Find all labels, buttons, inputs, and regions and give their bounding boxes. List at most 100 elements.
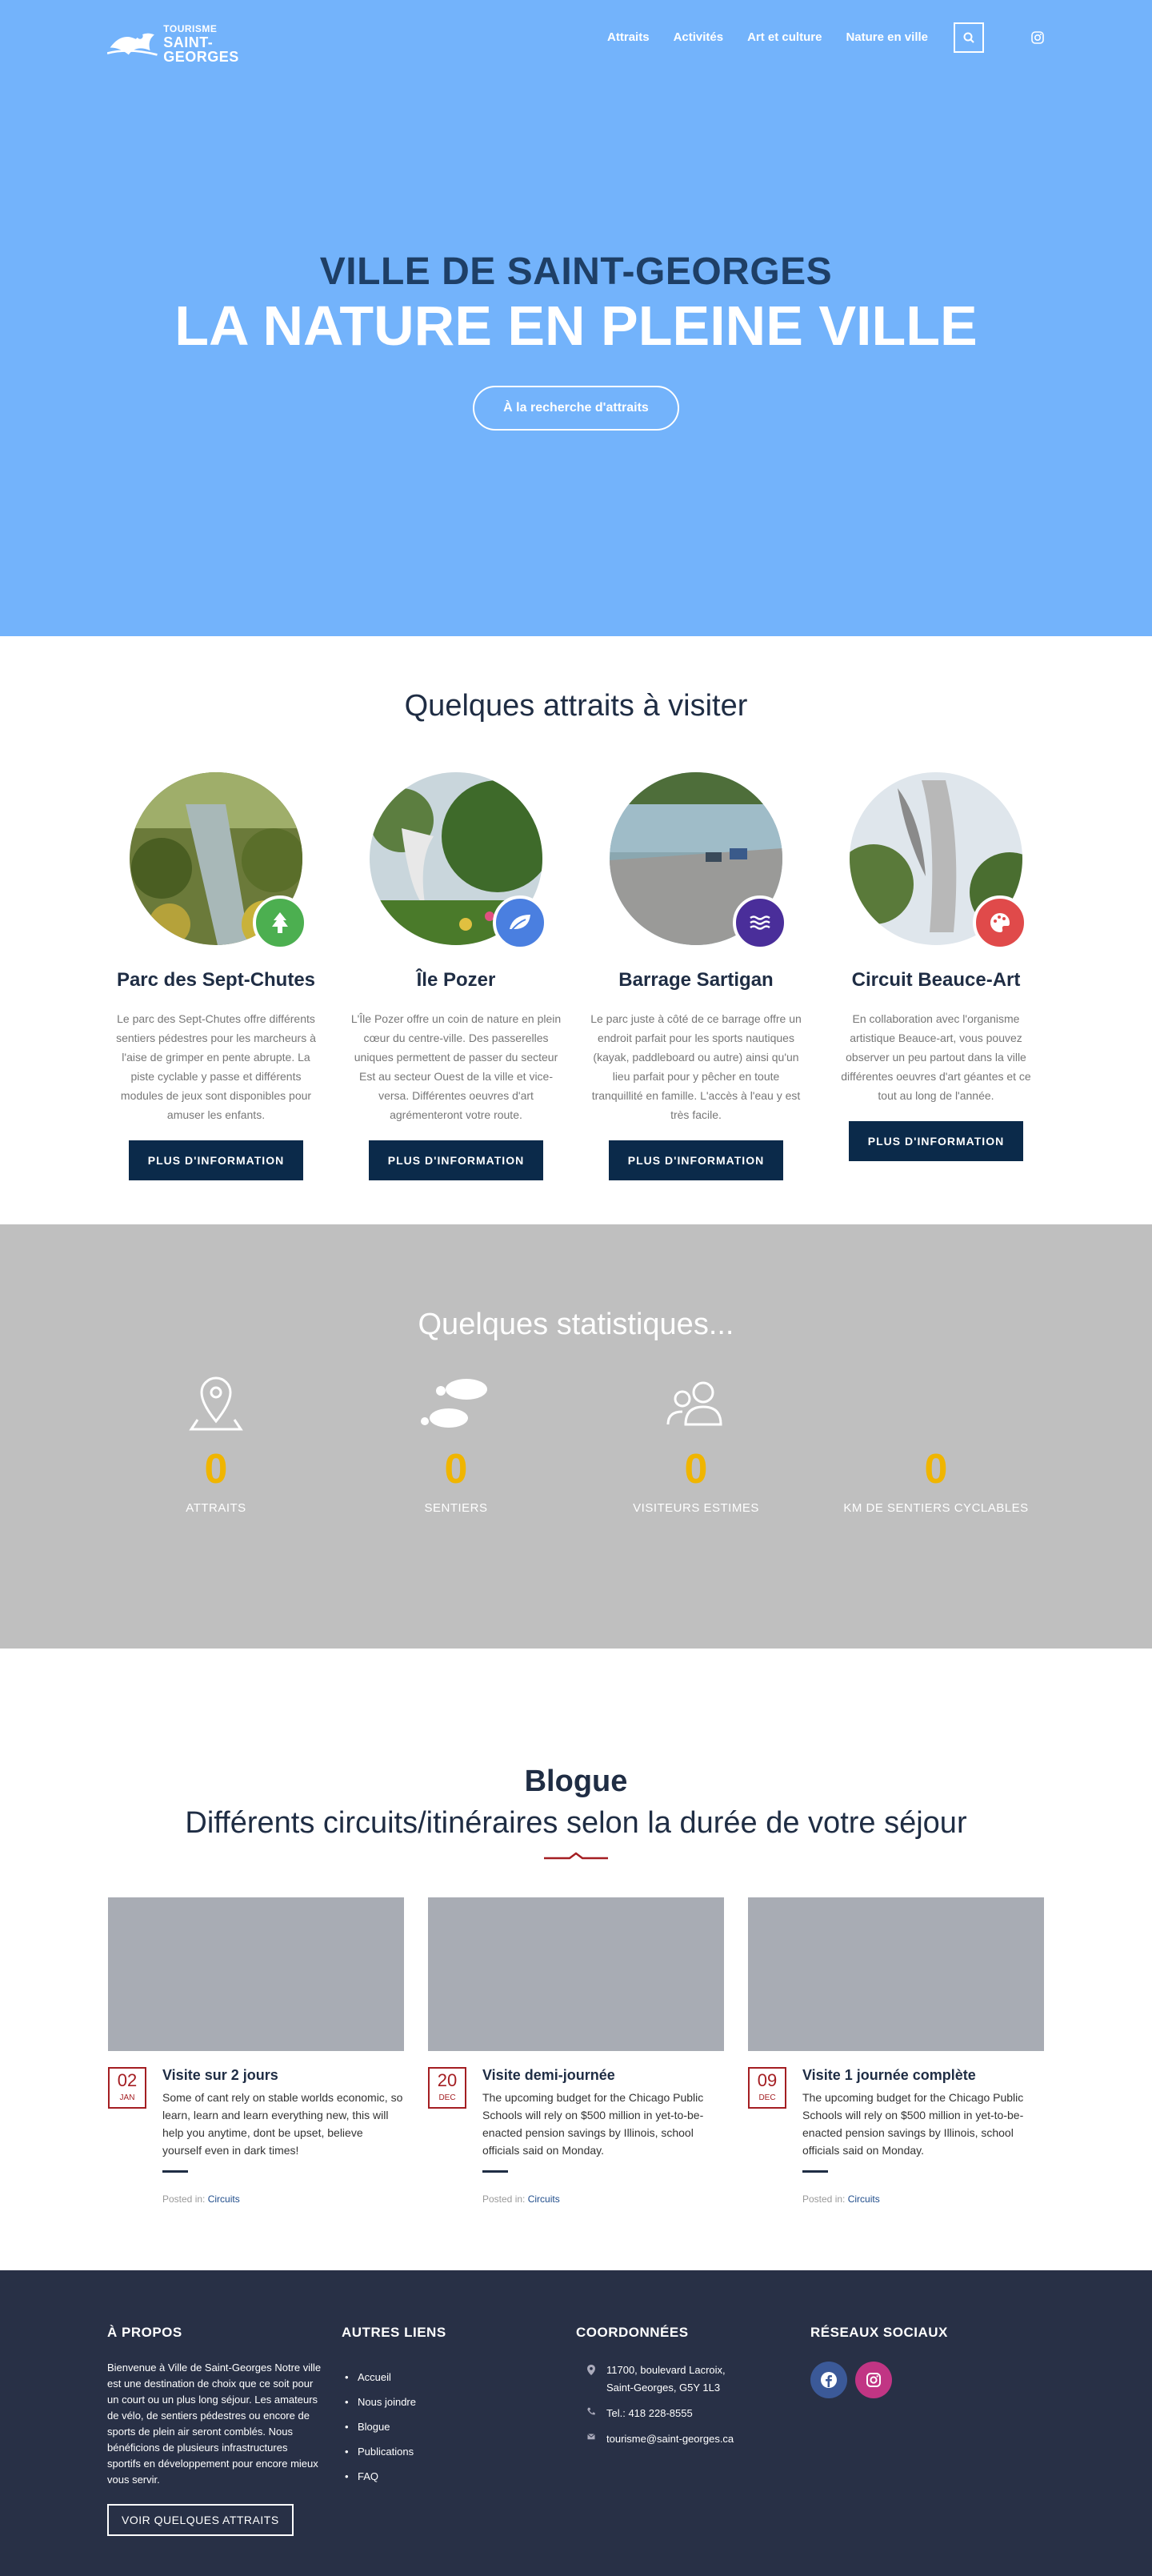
phone-text: Tel.: 418 228-8555: [606, 2407, 693, 2419]
hero-title: LA NATURE EN PLEINE VILLE: [174, 294, 978, 357]
attrait-card: Barrage Sartigan Le parc juste à côté de…: [576, 772, 816, 1180]
site-footer: À PROPOS Bienvenue à Ville de Saint-Geor…: [0, 2270, 1152, 2576]
main-nav: Attraits Activités Art et culture Nature…: [583, 22, 1045, 53]
nav-art-culture[interactable]: Art et culture: [747, 22, 822, 53]
footer-about-text: Bienvenue à Ville de Saint-Georges Notre…: [107, 2362, 322, 2486]
more-info-button[interactable]: PLUS D'INFORMATION: [129, 1140, 303, 1180]
post-excerpt: The upcoming budget for the Chicago Publ…: [482, 2091, 704, 2157]
post-excerpt: Some of cant rely on stable worlds econo…: [162, 2091, 403, 2157]
post-date-day: 02: [117, 2070, 138, 2090]
nav-activites[interactable]: Activités: [674, 22, 724, 53]
post-title[interactable]: Visite 1 journée complète: [802, 2067, 1044, 2084]
post-date-day: 09: [757, 2070, 778, 2090]
attrait-card: Parc des Sept-Chutes Le parc des Sept-Ch…: [96, 772, 336, 1180]
instagram-icon[interactable]: [1030, 30, 1045, 45]
hero-cta-button[interactable]: À la recherche d'attraits: [473, 386, 679, 431]
top-navigation: TOURISME SAINT-GEORGES Attraits Activité…: [0, 0, 1152, 76]
stat-label: KM DE SENTIERS CYCLABLES: [843, 1501, 1029, 1515]
facebook-button[interactable]: [810, 2362, 847, 2398]
attrait-description: Le parc juste à côté de ce barrage offre…: [590, 1012, 802, 1121]
stat-number: 0: [204, 1446, 228, 1492]
search-icon: [963, 32, 974, 43]
post-date-day: 20: [437, 2070, 458, 2090]
post-divider: [802, 2170, 828, 2173]
location-icon: [587, 2364, 595, 2376]
stat-item: 0 SENTIERS: [336, 1375, 576, 1515]
site-logo[interactable]: TOURISME SAINT-GEORGES: [107, 24, 275, 64]
stat-item: 0 KM DE SENTIERS CYCLABLES: [816, 1375, 1056, 1515]
footer-link-blogue[interactable]: Blogue: [342, 2414, 576, 2439]
attrait-name: Circuit Beauce-Art: [851, 969, 1021, 991]
post-category-link[interactable]: Circuits: [848, 2193, 880, 2205]
post-image[interactable]: [428, 1897, 724, 2051]
attrait-name: Barrage Sartigan: [618, 969, 774, 991]
footer-link-faq[interactable]: FAQ: [342, 2464, 576, 2489]
post-date-month: JAN: [119, 2093, 135, 2102]
nav-nature-ville[interactable]: Nature en ville: [846, 22, 928, 53]
stat-label: ATTRAITS: [186, 1501, 246, 1515]
stat-number: 0: [444, 1446, 468, 1492]
search-button[interactable]: [954, 22, 984, 53]
post-image[interactable]: [748, 1897, 1044, 2051]
attraits-heading: Quelques attraits à visiter: [404, 689, 748, 723]
stats-section: Quelques statistiques... 0 ATTRAITS 0 SE…: [0, 1224, 1152, 1649]
nav-attraits[interactable]: Attraits: [607, 22, 650, 53]
hero-subtitle: VILLE DE SAINT-GEORGES: [319, 250, 833, 293]
footer-social: RÉSEAUX SOCIAUX: [810, 2325, 1045, 2576]
post-image[interactable]: [108, 1897, 404, 2051]
map-pin-icon: [189, 1376, 243, 1431]
address-text: 11700, boulevard Lacroix, Saint-Georges,…: [606, 2364, 726, 2394]
more-info-button[interactable]: PLUS D'INFORMATION: [849, 1121, 1023, 1161]
post-category-link[interactable]: Circuits: [528, 2193, 560, 2205]
water-icon: [733, 895, 787, 950]
footprints-icon: [421, 1379, 487, 1428]
attrait-description: Le parc des Sept-Chutes offre différents…: [116, 1012, 316, 1121]
envelope-icon: [587, 2434, 595, 2440]
hero-section: TOURISME SAINT-GEORGES Attraits Activité…: [0, 0, 1152, 636]
instagram-icon: [866, 2373, 881, 2387]
post-divider: [162, 2170, 188, 2173]
more-info-button[interactable]: PLUS D'INFORMATION: [609, 1140, 783, 1180]
logo-mark-icon: [107, 33, 158, 56]
attrait-card: Île Pozer L'Île Pozer offre un coin de n…: [336, 772, 576, 1180]
post-meta: Posted in: Circuits: [162, 2193, 404, 2205]
blog-post: 02 JAN Visite sur 2 jours Some of cant r…: [108, 1897, 404, 2205]
users-icon: [666, 1381, 722, 1426]
footer-contact: COORDONNÉES 11700, boulevard Lacroix, Sa…: [576, 2325, 810, 2576]
post-date: 02 JAN: [108, 2067, 146, 2109]
post-title[interactable]: Visite demi-journée: [482, 2067, 724, 2084]
tree-icon: [253, 895, 307, 950]
footer-contact-heading: COORDONNÉES: [576, 2325, 689, 2340]
footer-link-nous-joindre[interactable]: Nous joindre: [342, 2390, 576, 2414]
post-excerpt: The upcoming budget for the Chicago Publ…: [802, 2091, 1024, 2157]
post-title[interactable]: Visite sur 2 jours: [162, 2067, 404, 2084]
stat-number: 0: [924, 1446, 948, 1492]
stat-item: 0 VISITEURS ESTIMES: [576, 1375, 816, 1515]
palette-icon: [973, 895, 1027, 950]
footer-links-heading: AUTRES LIENS: [342, 2325, 446, 2340]
facebook-icon: [821, 2372, 837, 2388]
attraits-section: Quelques attraits à visiter Parc des Sep…: [0, 636, 1152, 1224]
footer-about-heading: À PROPOS: [107, 2325, 182, 2340]
post-meta: Posted in: Circuits: [802, 2193, 1044, 2205]
section-divider: [544, 1852, 608, 1860]
more-info-button[interactable]: PLUS D'INFORMATION: [369, 1140, 543, 1180]
post-date: 20 DEC: [428, 2067, 466, 2109]
posted-in-label: Posted in:: [482, 2193, 526, 2205]
post-date: 09 DEC: [748, 2067, 786, 2109]
attrait-description: En collaboration avec l'organisme artist…: [841, 1012, 1031, 1102]
footer-link-accueil[interactable]: Accueil: [342, 2365, 576, 2390]
phone-icon: [587, 2407, 595, 2415]
footer-link-publications[interactable]: Publications: [342, 2439, 576, 2464]
logo-line-1: TOURISME: [163, 23, 218, 34]
post-divider: [482, 2170, 508, 2173]
post-category-link[interactable]: Circuits: [208, 2193, 240, 2205]
attrait-card: Circuit Beauce-Art En collaboration avec…: [816, 772, 1056, 1180]
instagram-button[interactable]: [855, 2362, 892, 2398]
email-link[interactable]: tourisme@saint-georges.ca: [606, 2430, 734, 2448]
stat-label: VISITEURS ESTIMES: [633, 1501, 759, 1515]
blog-post: 09 DEC Visite 1 journée complète The upc…: [748, 1897, 1044, 2205]
stat-item: 0 ATTRAITS: [96, 1375, 336, 1515]
attrait-name: Île Pozer: [416, 969, 496, 991]
view-attraits-button[interactable]: VOIR QUELQUES ATTRAITS: [107, 2504, 294, 2536]
